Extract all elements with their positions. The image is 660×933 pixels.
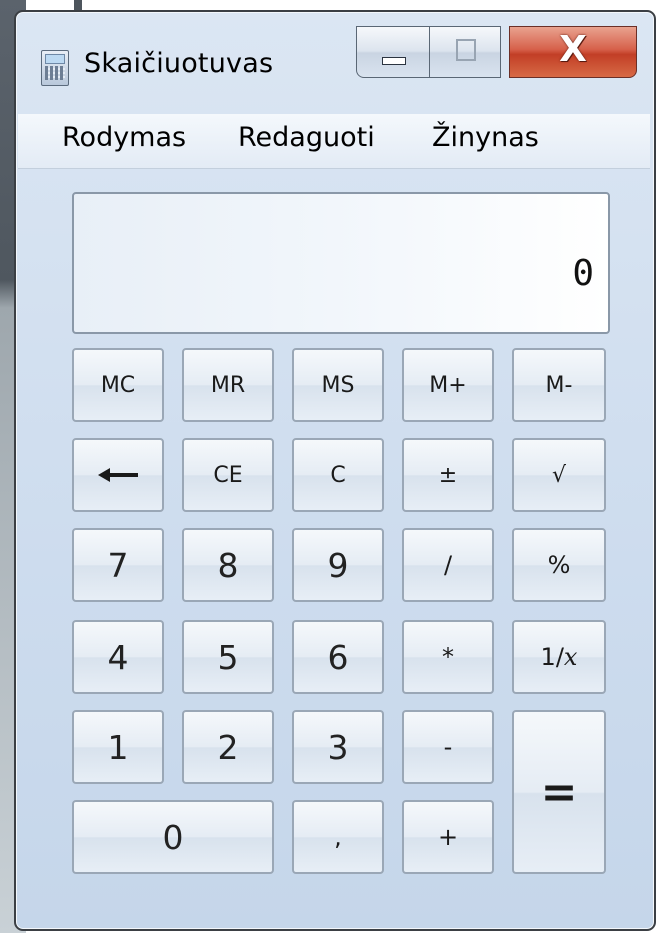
title-bar[interactable]: Skaičiuotuvas X bbox=[16, 12, 654, 106]
digit-8-button[interactable]: 8 bbox=[182, 528, 274, 602]
digit-6-button[interactable]: 6 bbox=[292, 620, 384, 694]
result-display: 0 bbox=[72, 192, 610, 334]
display-value: 0 bbox=[572, 253, 594, 294]
close-button[interactable]: X bbox=[509, 26, 637, 78]
maximize-icon bbox=[456, 39, 476, 61]
mc-button[interactable]: MC bbox=[72, 348, 164, 422]
minimize-icon bbox=[382, 57, 406, 65]
window-controls: X bbox=[356, 26, 642, 88]
digit-1-button[interactable]: 1 bbox=[72, 710, 164, 784]
reciprocal-prefix: 1/ bbox=[540, 643, 564, 671]
menu-help[interactable]: Žinynas bbox=[432, 122, 539, 153]
mr-button[interactable]: MR bbox=[182, 348, 274, 422]
decimal-button[interactable]: , bbox=[292, 800, 384, 874]
ms-button[interactable]: MS bbox=[292, 348, 384, 422]
digit-3-button[interactable]: 3 bbox=[292, 710, 384, 784]
menu-edit[interactable]: Redaguoti bbox=[238, 122, 375, 153]
sqrt-button[interactable]: √ bbox=[512, 438, 606, 512]
maximize-button[interactable] bbox=[429, 26, 501, 78]
multiply-button[interactable]: * bbox=[402, 620, 494, 694]
reciprocal-button[interactable]: 1/x bbox=[512, 620, 606, 694]
ce-button[interactable]: CE bbox=[182, 438, 274, 512]
divide-button[interactable]: / bbox=[402, 528, 494, 602]
digit-0-button[interactable]: 0 bbox=[72, 800, 274, 874]
digit-5-button[interactable]: 5 bbox=[182, 620, 274, 694]
minimize-button[interactable] bbox=[356, 26, 430, 78]
reciprocal-variable: x bbox=[563, 643, 578, 671]
m-minus-button[interactable]: M- bbox=[512, 348, 606, 422]
minus-button[interactable]: - bbox=[402, 710, 494, 784]
menu-bar: Rodymas Redaguoti Žinynas bbox=[18, 114, 650, 169]
digit-9-button[interactable]: 9 bbox=[292, 528, 384, 602]
equals-button[interactable]: = bbox=[512, 710, 606, 874]
backspace-arrow-icon bbox=[98, 468, 138, 482]
digit-4-button[interactable]: 4 bbox=[72, 620, 164, 694]
digit-2-button[interactable]: 2 bbox=[182, 710, 274, 784]
percent-button[interactable]: % bbox=[512, 528, 606, 602]
plus-button[interactable]: + bbox=[402, 800, 494, 874]
window-title: Skaičiuotuvas bbox=[84, 48, 274, 79]
m-plus-button[interactable]: M+ bbox=[402, 348, 494, 422]
menu-view[interactable]: Rodymas bbox=[62, 122, 186, 153]
calculator-app-icon[interactable] bbox=[41, 50, 69, 86]
digit-7-button[interactable]: 7 bbox=[72, 528, 164, 602]
backspace-button[interactable] bbox=[72, 438, 164, 512]
plus-minus-button[interactable]: ± bbox=[402, 438, 494, 512]
c-button[interactable]: C bbox=[292, 438, 384, 512]
close-icon: X bbox=[559, 29, 587, 70]
